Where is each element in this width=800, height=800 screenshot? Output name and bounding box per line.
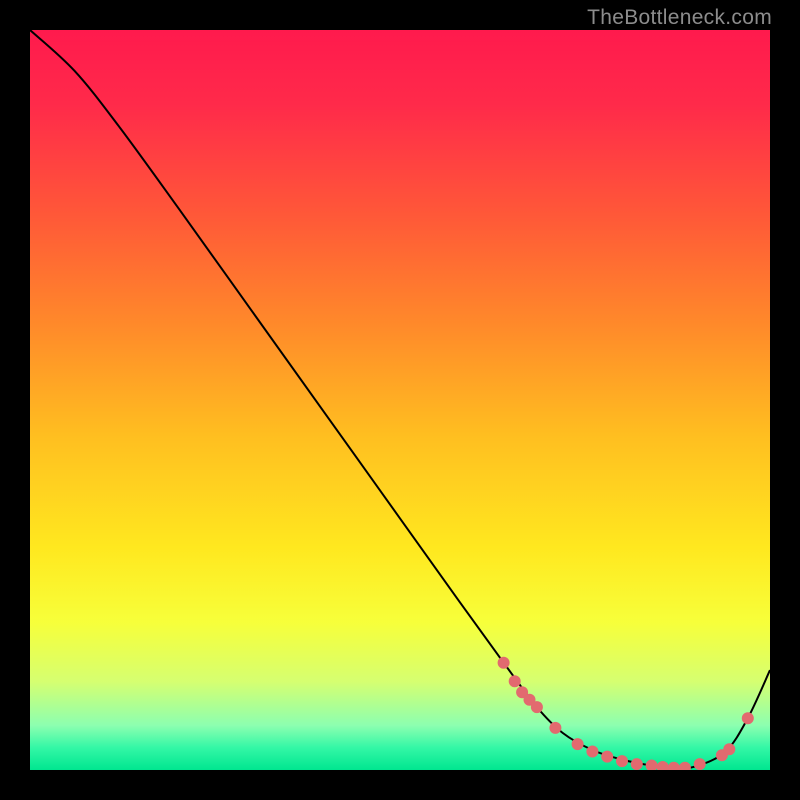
curve-marker: [742, 712, 754, 724]
curve-marker: [601, 751, 613, 763]
curve-marker: [631, 758, 643, 770]
curve-marker: [694, 758, 706, 770]
curve-marker: [586, 746, 598, 758]
curve-marker: [616, 755, 628, 767]
curve-marker: [723, 743, 735, 755]
watermark-text: TheBottleneck.com: [587, 6, 772, 30]
bottleneck-curve-chart: [30, 30, 770, 770]
gradient-background: [30, 30, 770, 770]
curve-marker: [509, 675, 521, 687]
curve-marker: [531, 701, 543, 713]
curve-marker: [549, 722, 561, 734]
curve-marker: [572, 738, 584, 750]
curve-marker: [498, 657, 510, 669]
